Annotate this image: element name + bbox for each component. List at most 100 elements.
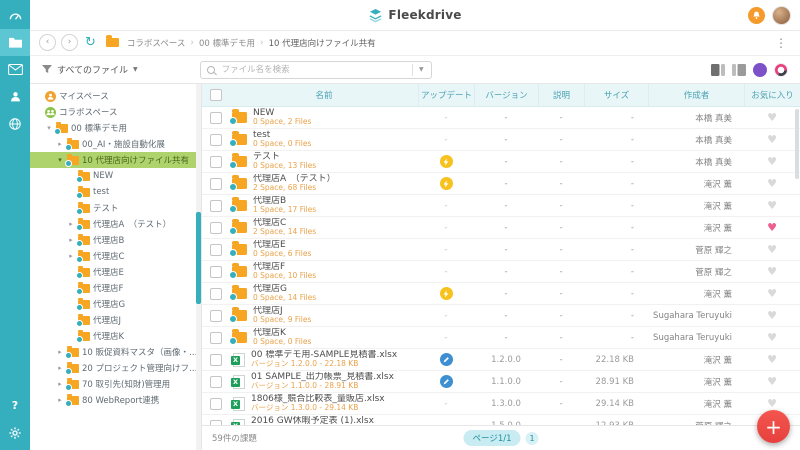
column-header[interactable]: サイズ bbox=[584, 84, 648, 106]
favorite-icon[interactable]: ♥ bbox=[767, 111, 777, 124]
breadcrumb-item[interactable]: コラボスペース bbox=[127, 37, 185, 49]
name-cell[interactable]: NEW0 Space, 2 Files bbox=[230, 108, 418, 127]
table-row[interactable]: X00 標準デモ用-SAMPLE見積書.xlsxバージョン 1.2.0.0 - … bbox=[202, 349, 800, 371]
tree-expand-icon[interactable]: ▾ bbox=[45, 124, 53, 132]
row-checkbox[interactable] bbox=[210, 332, 222, 344]
favorite-icon[interactable]: ♥ bbox=[767, 265, 777, 278]
list-view-button[interactable] bbox=[732, 64, 746, 76]
tree-item[interactable]: ▸70 取引先(知財)管理用 bbox=[30, 376, 201, 392]
name-cell[interactable]: X01 SAMPLE_出力帳票_見積書.xlsxバージョン 1.1.0.0 - … bbox=[230, 372, 418, 391]
tree-item[interactable]: NEW bbox=[30, 168, 201, 184]
back-button[interactable]: ‹ bbox=[39, 34, 56, 51]
name-cell[interactable]: 代理店C2 Space, 14 Files bbox=[230, 218, 418, 237]
tree-item[interactable]: テスト bbox=[30, 200, 201, 216]
row-checkbox[interactable] bbox=[210, 244, 222, 256]
table-row[interactable]: X01 SAMPLE_出力帳票_見積書.xlsxバージョン 1.1.0.0 - … bbox=[202, 371, 800, 393]
name-cell[interactable]: 代理店A （テスト）2 Space, 68 Files bbox=[230, 174, 418, 193]
search-options-chevron-icon[interactable]: ▼ bbox=[418, 66, 425, 73]
row-checkbox[interactable] bbox=[210, 178, 222, 190]
tree-expand-icon[interactable]: ▸ bbox=[56, 364, 64, 372]
table-row[interactable]: 代理店A （テスト）2 Space, 68 Files---滝沢 薫♥ bbox=[202, 173, 800, 195]
column-header[interactable]: アップデート bbox=[418, 84, 474, 106]
tree-expand-icon[interactable]: ▸ bbox=[67, 236, 75, 244]
tree-scrollbar-thumb[interactable] bbox=[196, 212, 201, 304]
tree-item[interactable]: マイスペース bbox=[30, 88, 201, 104]
rail-item-files[interactable] bbox=[0, 29, 30, 56]
card-view-button[interactable] bbox=[711, 64, 725, 76]
table-row[interactable]: 代理店C2 Space, 14 Files----滝沢 薫♥ bbox=[202, 217, 800, 239]
row-checkbox[interactable] bbox=[210, 354, 222, 366]
file-filter-dropdown[interactable]: すべてのファイル ▼ bbox=[42, 63, 138, 76]
column-header[interactable]: 作成者 bbox=[648, 84, 744, 106]
table-row[interactable]: 代理店J0 Space, 9 Files----Sugahara Teruyuk… bbox=[202, 305, 800, 327]
favorite-icon[interactable]: ♥ bbox=[767, 243, 777, 256]
tree-item[interactable]: ▸10 販促資料マスタ（画像・動画） bbox=[30, 344, 201, 360]
breadcrumb-item[interactable]: 10 代理店向けファイル共有 bbox=[269, 37, 376, 49]
name-cell[interactable]: X1806様_競合比較表_量販店.xlsxバージョン 1.3.0.0 - 29.… bbox=[230, 394, 418, 413]
search-input[interactable] bbox=[220, 64, 407, 76]
tree-item[interactable]: ▸代理店C bbox=[30, 248, 201, 264]
column-header[interactable]: 名前 bbox=[230, 84, 418, 106]
tree-item[interactable]: test bbox=[30, 184, 201, 200]
tree-expand-icon[interactable]: ▸ bbox=[56, 140, 64, 148]
tree-item[interactable]: コラボスペース bbox=[30, 104, 201, 120]
name-cell[interactable]: 代理店J0 Space, 9 Files bbox=[230, 306, 418, 325]
favorite-icon[interactable]: ♥ bbox=[767, 155, 777, 168]
row-checkbox[interactable] bbox=[210, 156, 222, 168]
row-checkbox[interactable] bbox=[210, 200, 222, 212]
tree-item[interactable]: ▸代理店B bbox=[30, 232, 201, 248]
brand-app-button[interactable] bbox=[774, 63, 788, 77]
favorite-icon[interactable]: ♥ bbox=[767, 199, 777, 212]
table-scrollbar-thumb[interactable] bbox=[795, 109, 799, 179]
table-row[interactable]: 代理店E0 Space, 6 Files----菅原 輝之♥ bbox=[202, 239, 800, 261]
name-cell[interactable]: 代理店F0 Space, 10 Files bbox=[230, 262, 418, 281]
row-checkbox[interactable] bbox=[210, 112, 222, 124]
tree-item[interactable]: ▸20 プロジェクト管理向けファイル共有 bbox=[30, 360, 201, 376]
rail-item-share[interactable] bbox=[0, 110, 30, 137]
name-cell[interactable]: 代理店E0 Space, 6 Files bbox=[230, 240, 418, 259]
page-indicator[interactable]: ページ1/1 bbox=[463, 430, 520, 446]
favorite-icon[interactable]: ♥ bbox=[767, 221, 777, 234]
tree-item[interactable]: ▾00 標準デモ用 bbox=[30, 120, 201, 136]
select-all-checkbox[interactable] bbox=[210, 89, 222, 101]
purple-app-button[interactable] bbox=[753, 63, 767, 77]
refresh-button[interactable]: ↻ bbox=[85, 36, 96, 49]
tree-item[interactable]: ▸80 WebReport連携 bbox=[30, 392, 201, 408]
table-row[interactable]: 代理店K0 Space, 0 Files----Sugahara Teruyuk… bbox=[202, 327, 800, 349]
tree-expand-icon[interactable]: ▸ bbox=[56, 380, 64, 388]
row-checkbox[interactable] bbox=[210, 376, 222, 388]
name-cell[interactable]: 代理店G0 Space, 14 Files bbox=[230, 284, 418, 303]
tree-item[interactable]: ▾10 代理店向けファイル共有 bbox=[30, 152, 201, 168]
rail-item-help[interactable]: ? bbox=[0, 392, 30, 419]
name-cell[interactable]: X2016 GW休暇予定表 (1).xlsxバージョン 1.5.0.0 - 12… bbox=[230, 416, 418, 425]
table-row[interactable]: 代理店B1 Space, 17 Files----滝沢 薫♥ bbox=[202, 195, 800, 217]
tree-item[interactable]: 代理店E bbox=[30, 264, 201, 280]
name-cell[interactable]: テスト0 Space, 13 Files bbox=[230, 152, 418, 171]
name-cell[interactable]: test0 Space, 0 Files bbox=[230, 130, 418, 149]
tree-item[interactable]: 代理店J bbox=[30, 312, 201, 328]
table-row[interactable]: テスト0 Space, 13 Files---本橋 真美♥ bbox=[202, 151, 800, 173]
table-row[interactable]: 代理店F0 Space, 10 Files----菅原 輝之♥ bbox=[202, 261, 800, 283]
name-cell[interactable]: 代理店K0 Space, 0 Files bbox=[230, 328, 418, 347]
tree-item[interactable]: 代理店K bbox=[30, 328, 201, 344]
favorite-icon[interactable]: ♥ bbox=[767, 353, 777, 366]
user-avatar[interactable] bbox=[772, 6, 791, 25]
forward-button[interactable]: › bbox=[61, 34, 78, 51]
table-row[interactable]: X2016 GW休暇予定表 (1).xlsxバージョン 1.5.0.0 - 12… bbox=[202, 415, 800, 425]
tree-item[interactable]: ▸代理店A （テスト） bbox=[30, 216, 201, 232]
row-checkbox[interactable] bbox=[210, 310, 222, 322]
page-number-button[interactable]: 1 bbox=[526, 432, 539, 445]
row-checkbox[interactable] bbox=[210, 134, 222, 146]
tree-expand-icon[interactable]: ▾ bbox=[56, 156, 64, 164]
row-checkbox[interactable] bbox=[210, 222, 222, 234]
row-checkbox[interactable] bbox=[210, 266, 222, 278]
favorite-icon[interactable]: ♥ bbox=[767, 309, 777, 322]
tree-expand-icon[interactable]: ▸ bbox=[67, 220, 75, 228]
notifications-button[interactable] bbox=[748, 7, 765, 24]
rail-item-user[interactable] bbox=[0, 83, 30, 110]
breadcrumb-item[interactable]: 00 標準デモ用 bbox=[199, 37, 255, 49]
table-row[interactable]: test0 Space, 0 Files----本橋 真美♥ bbox=[202, 129, 800, 151]
favorite-icon[interactable]: ♥ bbox=[767, 177, 777, 190]
name-cell[interactable]: 代理店B1 Space, 17 Files bbox=[230, 196, 418, 215]
favorite-icon[interactable]: ♥ bbox=[767, 397, 777, 410]
